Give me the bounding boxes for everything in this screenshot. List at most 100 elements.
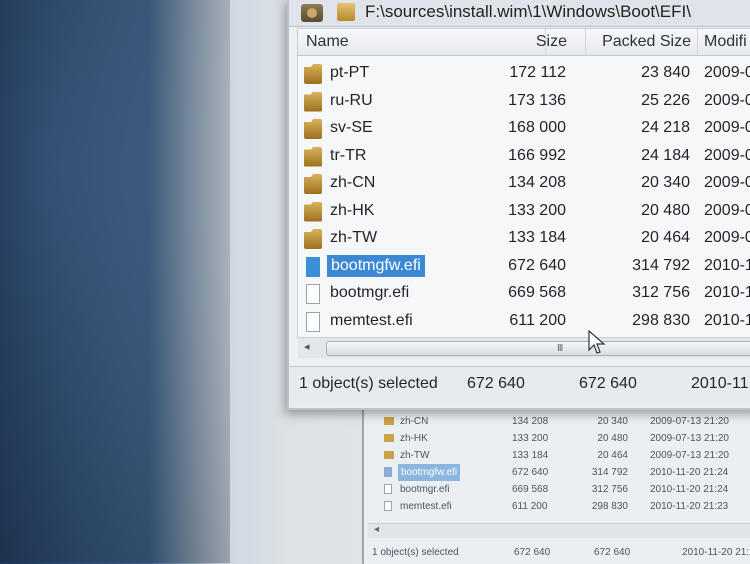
row-packed-size: 24 218 xyxy=(641,119,690,136)
row-size: 134 208 xyxy=(508,174,566,191)
folder-icon xyxy=(304,146,322,167)
row-name: bootmgfw.efi xyxy=(327,254,425,277)
row-name: zh-HK xyxy=(330,201,375,219)
row-name: pt-PT xyxy=(330,64,370,81)
address-path[interactable]: F:\sources\install.wim\1\Windows\Boot\EF… xyxy=(365,0,691,26)
row-modified: 2009-0 xyxy=(704,201,750,219)
file-list[interactable]: Name Size Packed Size Modifi pt-PT 172 11… xyxy=(297,28,750,358)
row-name: zh-TW xyxy=(330,229,378,246)
background-horizontal-scrollbar: ◂ xyxy=(368,523,750,538)
row-packed-size: 23 840 xyxy=(641,64,690,81)
background-file-window: zh-CN 134 208 20 340 2009-07-13 21:20 zh-HK… xyxy=(362,400,750,564)
status-size: 672 640 xyxy=(514,547,551,558)
row-size: 133 184 xyxy=(508,229,566,246)
table-row-selected[interactable]: bootmgfw.efi 672 640 314 792 2010-1 xyxy=(298,253,750,281)
status-size: 672 640 xyxy=(467,375,525,392)
row-packed-size: 298 830 xyxy=(632,311,690,329)
row-size: 611 200 xyxy=(509,311,566,329)
folder-icon xyxy=(304,201,322,222)
row-name: zh-CN xyxy=(330,174,376,191)
row-modified: 2009-0 xyxy=(704,229,750,246)
status-packed-size: 672 640 xyxy=(579,375,637,392)
column-header-modified[interactable]: Modifi xyxy=(698,29,750,55)
list-item: zh-HK 133 200 20 480 2009-07-13 21:20 xyxy=(372,430,750,447)
address-bar[interactable]: F:\sources\install.wim\1\Windows\Boot\EF… xyxy=(289,0,750,27)
column-header-row: Name Size Packed Size Modifi xyxy=(298,29,750,56)
list-item: memtest.efi 611 200 298 830 2010-11-20 21:2… xyxy=(372,498,750,515)
row-name: tr-TR xyxy=(330,146,367,164)
column-header-packed-size[interactable]: Packed Size xyxy=(586,29,698,55)
column-header-packed-label: Packed Size xyxy=(602,33,691,50)
scroll-left-icon: ◂ xyxy=(374,524,380,535)
folder-icon xyxy=(384,451,394,459)
row-name: ru-RU xyxy=(330,91,373,109)
folder-icon xyxy=(337,3,355,21)
list-item: zh-CN 134 208 20 340 2009-07-13 21:20 xyxy=(372,413,750,430)
file-icon xyxy=(306,284,320,304)
table-row[interactable]: pt-PT 172 112 23 840 2009-0 xyxy=(298,60,750,88)
row-name: memtest.efi xyxy=(330,311,413,329)
row-size: 173 136 xyxy=(508,91,566,109)
row-modified: 2009-0 xyxy=(704,91,750,109)
background-status-bar: 1 object(s) selected 672 640 672 640 201… xyxy=(368,543,750,563)
list-item: bootmgr.efi 669 568 312 756 2010-11-20 21:2… xyxy=(372,481,750,498)
file-icon xyxy=(384,484,392,494)
row-packed-size: 20 464 xyxy=(641,229,690,246)
table-row[interactable]: sv-SE 168 000 24 218 2009-0 xyxy=(298,115,750,143)
status-selected-count: 1 object(s) selected xyxy=(299,375,438,392)
row-name: sv-SE xyxy=(330,119,373,136)
row-size: 672 640 xyxy=(508,256,566,274)
scrollbar-grip-icon: III xyxy=(557,343,563,354)
row-packed-size: 20 480 xyxy=(641,201,690,219)
table-row[interactable]: zh-CN 134 208 20 340 2009-0 xyxy=(298,170,750,198)
mouse-pointer-icon xyxy=(588,330,606,354)
file-manager-window: F:\sources\install.wim\1\Windows\Boot\EF… xyxy=(287,0,750,410)
row-modified: 2009-0 xyxy=(704,146,750,164)
folder-icon xyxy=(384,417,394,425)
table-row[interactable]: zh-HK 133 200 20 480 2009-0 xyxy=(298,198,750,226)
row-size: 133 200 xyxy=(508,201,566,219)
table-row[interactable]: memtest.efi 611 200 298 830 2010-1 xyxy=(298,308,750,336)
row-packed-size: 312 756 xyxy=(632,284,690,301)
file-icon xyxy=(306,311,320,332)
folder-icon xyxy=(304,119,322,139)
status-modified: 2010-11-20 21:24 xyxy=(682,547,750,558)
row-modified: 2010-1 xyxy=(704,284,750,301)
row-packed-size: 20 340 xyxy=(641,174,690,191)
table-row[interactable]: bootmgr.efi 669 568 312 756 2010-1 xyxy=(298,280,750,308)
list-item: bootmgfw.efi 672 640 314 792 2010-11-20 21:… xyxy=(372,464,750,481)
row-modified: 2010-1 xyxy=(704,311,750,329)
row-modified: 2009-0 xyxy=(704,119,750,136)
list-item: zh-TW 133 184 20 464 2009-07-13 21:20 xyxy=(372,447,750,464)
status-bar: 1 object(s) selected 672 640 672 640 201… xyxy=(289,366,750,407)
row-size: 669 568 xyxy=(508,284,566,301)
scroll-left-icon[interactable]: ◂ xyxy=(304,340,310,353)
row-name: bootmgr.efi xyxy=(330,284,410,301)
row-packed-size: 25 226 xyxy=(641,91,690,109)
folder-icon xyxy=(304,64,322,84)
row-size: 172 112 xyxy=(509,64,566,81)
table-row[interactable]: tr-TR 166 992 24 184 2009-0 xyxy=(298,143,750,171)
desktop-background xyxy=(0,0,230,563)
row-size: 166 992 xyxy=(508,146,566,164)
scrollbar-thumb[interactable]: III xyxy=(326,341,750,356)
table-row[interactable]: zh-TW 133 184 20 464 2009-0 xyxy=(298,225,750,253)
folder-icon xyxy=(304,229,322,249)
column-header-size[interactable]: Size xyxy=(476,29,586,55)
row-packed-size: 314 792 xyxy=(632,256,690,274)
table-row[interactable]: ru-RU 173 136 25 226 2009-0 xyxy=(298,88,750,116)
column-header-size-label: Size xyxy=(535,33,567,50)
status-selected: 1 object(s) selected xyxy=(372,547,459,558)
file-icon xyxy=(384,467,392,477)
folder-icon xyxy=(304,174,322,194)
row-packed-size: 24 184 xyxy=(641,146,690,164)
folder-icon xyxy=(384,434,394,442)
row-modified: 2010-1 xyxy=(704,256,750,274)
status-packed: 672 640 xyxy=(594,547,631,558)
row-modified: 2009-0 xyxy=(704,64,750,81)
folder-icon xyxy=(304,91,322,112)
horizontal-scrollbar[interactable]: ◂ III xyxy=(298,337,750,358)
background-file-list: zh-CN 134 208 20 340 2009-07-13 21:20 zh-HK… xyxy=(372,413,750,515)
archive-app-icon[interactable] xyxy=(301,4,323,22)
status-modified: 2010-11 xyxy=(691,375,749,392)
